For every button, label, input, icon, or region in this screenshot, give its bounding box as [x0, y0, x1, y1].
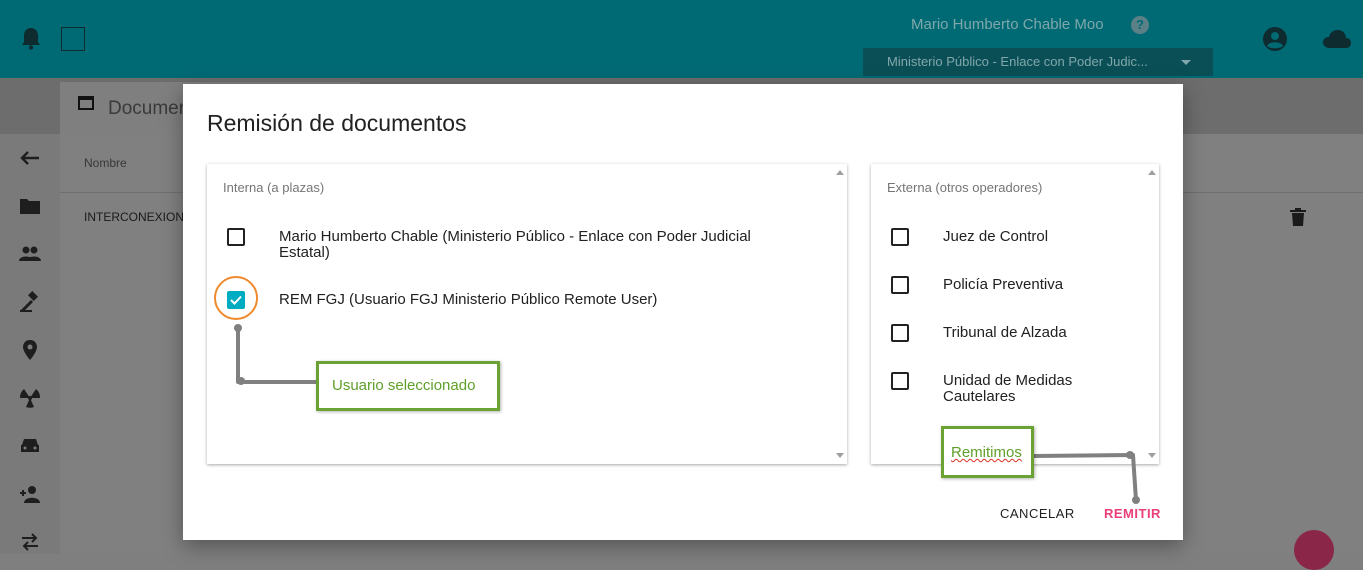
callout-submit-hint: Remitimos	[941, 426, 1034, 478]
callout-selected-user: Usuario seleccionado	[316, 361, 500, 411]
selection-highlight-ring	[214, 276, 258, 320]
annotation-connectors	[234, 324, 1140, 504]
